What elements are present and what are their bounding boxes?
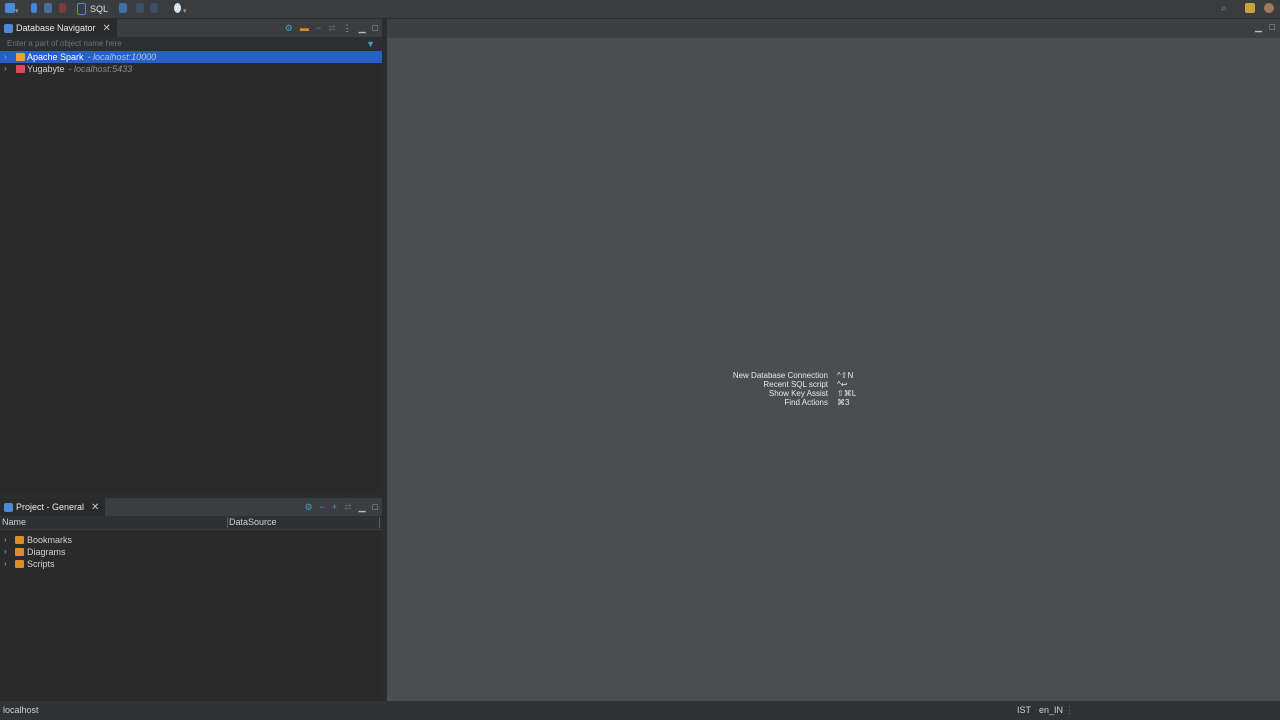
expand-arrow-icon[interactable]: › bbox=[4, 546, 7, 558]
folder-icon bbox=[15, 536, 24, 544]
project-tools: ⚙ − + ⇄ ▁ □ bbox=[304, 501, 378, 513]
collapse-all-icon[interactable]: − bbox=[316, 23, 321, 33]
spark-icon bbox=[16, 53, 25, 61]
column-divider[interactable] bbox=[379, 517, 380, 528]
project-columns-header: Name DataSource bbox=[0, 516, 382, 530]
folder-name: Bookmarks bbox=[27, 535, 73, 545]
navigator-header: Database Navigator ✕ ⚙ ▬ − ⇄ ⋮ ▁ □ bbox=[0, 19, 382, 37]
folder-icon bbox=[15, 560, 24, 568]
expand-arrow-icon[interactable]: › bbox=[4, 558, 7, 570]
status-connection: localhost bbox=[3, 705, 39, 715]
navigator-icon bbox=[4, 23, 13, 33]
expand-arrow-icon[interactable]: › bbox=[4, 534, 7, 546]
column-name[interactable]: Name bbox=[2, 516, 26, 529]
navigator-tab-label: Database Navigator bbox=[16, 23, 96, 33]
tab-database-navigator[interactable]: Database Navigator ✕ bbox=[0, 19, 117, 37]
connection-host: - localhost:5433 bbox=[68, 64, 133, 74]
minimize-icon[interactable]: ▁ bbox=[359, 23, 366, 34]
disconnect-icon[interactable] bbox=[31, 3, 37, 15]
object-filter-input[interactable]: Enter a part of object name here bbox=[0, 37, 382, 52]
collapse-icon[interactable]: − bbox=[320, 502, 325, 512]
new-connection-icon[interactable]: ⚙ bbox=[285, 23, 293, 34]
link-icon[interactable]: ⇄ bbox=[344, 502, 352, 513]
connection-name: Yugabyte bbox=[27, 64, 65, 74]
tree-item-bookmarks[interactable]: › Bookmarks bbox=[0, 534, 382, 546]
hint-key: ^↩ bbox=[837, 380, 848, 389]
main-toolbar: ▾ SQL ▾ ⌕ bbox=[0, 0, 1280, 18]
expand-icon[interactable]: + bbox=[332, 502, 337, 512]
hint-row: Recent SQL script ^↩ bbox=[387, 380, 1280, 389]
sql-editor-icon[interactable] bbox=[77, 3, 86, 15]
editor-tabbar: ▁ □ bbox=[387, 19, 1280, 38]
hint-key: ^⇧N bbox=[837, 371, 854, 380]
navigator-tools: ⚙ ▬ − ⇄ ⋮ ▁ □ bbox=[285, 22, 378, 34]
yugabyte-icon bbox=[16, 65, 25, 73]
view-menu-icon[interactable]: ⋮ bbox=[343, 23, 352, 34]
folder-name: Diagrams bbox=[27, 547, 66, 557]
editor-area[interactable]: ▁ □ New Database Connection ^⇧N Recent S… bbox=[387, 19, 1280, 701]
status-locale[interactable]: en_IN bbox=[1039, 701, 1063, 720]
refresh-icon[interactable] bbox=[136, 3, 144, 15]
link-editor-icon[interactable]: ⇄ bbox=[328, 23, 336, 34]
sql-button[interactable]: SQL bbox=[90, 3, 108, 15]
hint-row: Show Key Assist ⇧⌘L bbox=[387, 389, 1280, 398]
status-divider: ⋮ bbox=[1065, 705, 1074, 715]
column-datasource[interactable]: DataSource bbox=[229, 516, 277, 529]
maximize-icon[interactable]: □ bbox=[1270, 22, 1275, 32]
tree-item-scripts[interactable]: › Scripts bbox=[0, 558, 382, 570]
connection-name: Apache Spark bbox=[27, 52, 84, 62]
configure-icon[interactable]: ⚙ bbox=[304, 502, 312, 513]
tree-item-apache-spark[interactable]: › Apache Spark - localhost:10000 bbox=[0, 51, 382, 63]
project-icon bbox=[4, 502, 13, 512]
maximize-icon[interactable]: □ bbox=[373, 502, 378, 512]
status-bar: localhost IST en_IN ⋮ bbox=[0, 701, 1280, 720]
search-icon[interactable]: ⌕ bbox=[1221, 3, 1227, 15]
hint-row: New Database Connection ^⇧N bbox=[387, 371, 1280, 380]
dbeaver-icon[interactable] bbox=[1264, 3, 1274, 15]
project-panel: Project - General ✕ ⚙ − + ⇄ ▁ □ Name Dat… bbox=[0, 498, 382, 701]
folder-icon bbox=[15, 548, 24, 556]
project-header: Project - General ✕ ⚙ − + ⇄ ▁ □ bbox=[0, 498, 382, 516]
close-icon[interactable]: ✕ bbox=[103, 23, 111, 34]
hint-label: Recent SQL script bbox=[763, 380, 828, 389]
db-connect-icon[interactable]: ▾ bbox=[5, 3, 19, 15]
minimize-icon[interactable]: ▁ bbox=[359, 502, 366, 513]
expand-arrow-icon[interactable]: › bbox=[4, 63, 7, 75]
tree-item-yugabyte[interactable]: › Yugabyte - localhost:5433 bbox=[0, 63, 382, 75]
connection-host: - localhost:10000 bbox=[87, 52, 157, 62]
column-divider[interactable] bbox=[227, 517, 228, 528]
database-navigator-panel: Database Navigator ✕ ⚙ ▬ − ⇄ ⋮ ▁ □ Enter… bbox=[0, 19, 382, 494]
folder-name: Scripts bbox=[27, 559, 55, 569]
hint-row: Find Actions ⌘3 bbox=[387, 398, 1280, 407]
hint-label: Show Key Assist bbox=[768, 389, 828, 398]
expand-arrow-icon[interactable]: › bbox=[4, 51, 7, 63]
hint-label: New Database Connection bbox=[732, 371, 828, 380]
hint-key: ⌘3 bbox=[837, 398, 850, 407]
history-icon[interactable] bbox=[150, 3, 158, 15]
maximize-icon[interactable]: □ bbox=[373, 23, 378, 33]
tree-item-diagrams[interactable]: › Diagrams bbox=[0, 546, 382, 558]
rollback-icon[interactable] bbox=[59, 3, 66, 15]
key-assist-hints: New Database Connection ^⇧N Recent SQL s… bbox=[387, 371, 1280, 407]
lock-icon[interactable] bbox=[119, 3, 127, 15]
bookmark-icon[interactable]: ▾ bbox=[174, 3, 186, 15]
hint-label: Find Actions bbox=[784, 398, 828, 407]
new-folder-icon[interactable]: ▬ bbox=[300, 23, 309, 33]
close-icon[interactable]: ✕ bbox=[91, 502, 99, 513]
status-timezone[interactable]: IST bbox=[1017, 701, 1031, 720]
transaction-icon[interactable] bbox=[44, 3, 52, 15]
filter-icon[interactable]: ▼ bbox=[366, 39, 375, 49]
project-tab-label: Project - General bbox=[16, 502, 85, 512]
hint-key: ⇧⌘L bbox=[837, 389, 857, 398]
perspective-icon[interactable] bbox=[1245, 3, 1255, 15]
tab-project-general[interactable]: Project - General ✕ bbox=[0, 498, 106, 516]
minimize-icon[interactable]: ▁ bbox=[1255, 22, 1262, 33]
